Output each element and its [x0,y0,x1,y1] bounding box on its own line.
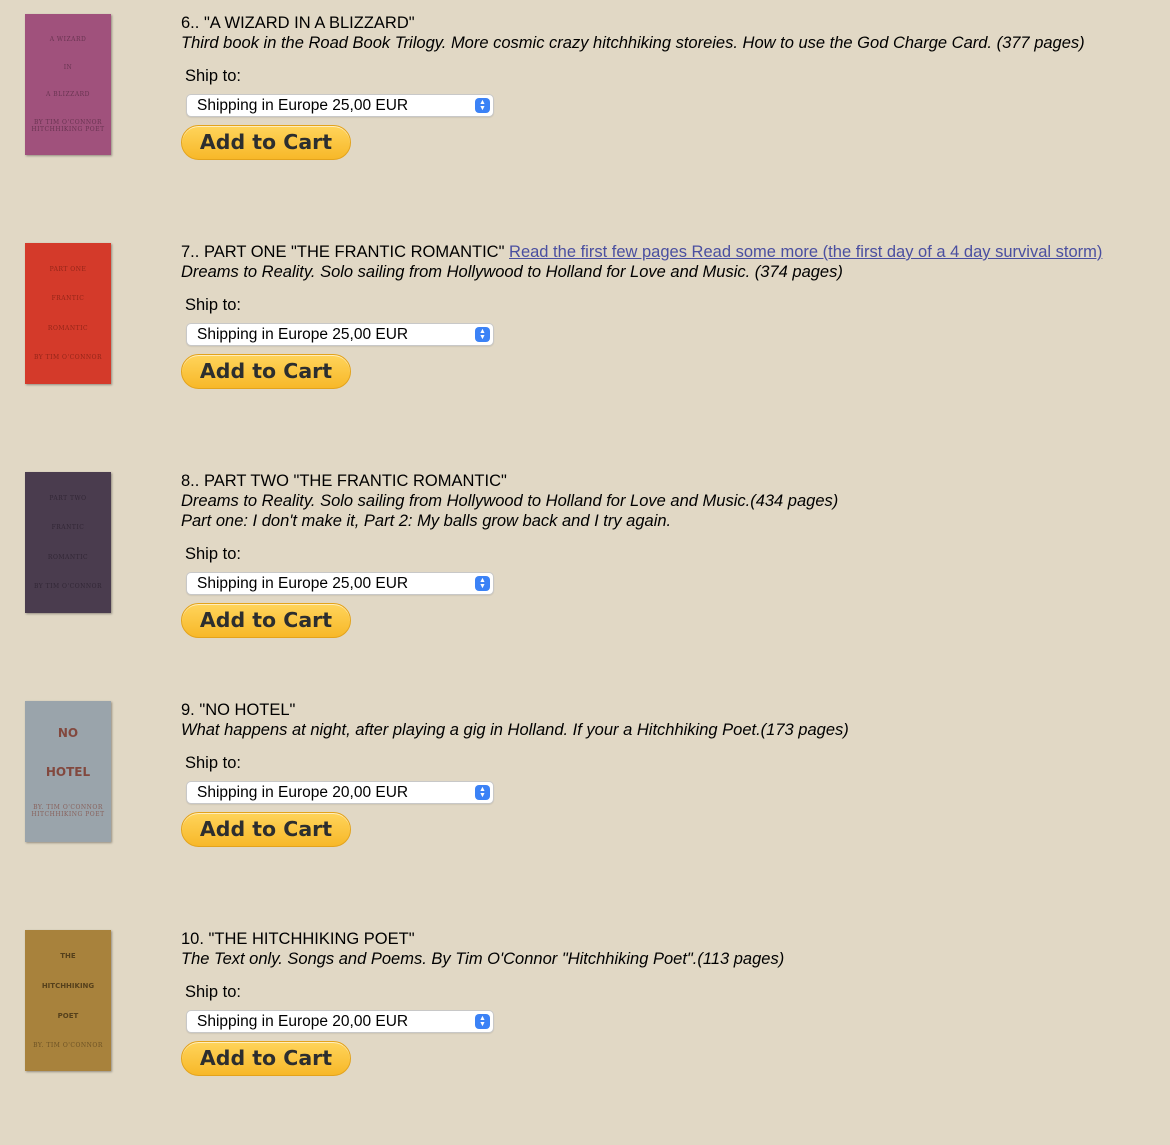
book-info: 9. "NO HOTEL" What happens at night, afte… [181,700,1156,847]
book-number: 6.. [181,14,200,32]
cover-text: A WIZARD [49,36,87,44]
book-title-text: PART ONE "THE FRANTIC ROMANTIC" [203,243,505,261]
book-info: 10. "THE HITCHHIKING POET" The Text only.… [181,929,1156,1076]
book-info: 7.. PART ONE "THE FRANTIC ROMANTIC" Read… [181,242,1156,389]
cover-text: THE [60,952,76,961]
add-to-cart-button[interactable]: Add to Cart [181,125,351,160]
chevron-up-down-icon: ▲ ▼ [475,327,490,342]
cover-text: BY TIM O'CONNOR [33,582,103,590]
book-cover-image[interactable]: PART TWO FRANTIC ROMANTIC BY TIM O'CONNOR [25,472,111,613]
cover-text: FRANTIC [51,295,85,303]
cover-text: BY TIM O'CONNOR HITCHHIKING POET [31,118,105,133]
cover-text: A BLIZZARD [45,91,90,99]
cover-text: ROMANTIC [47,324,89,332]
book-title-text: PART TWO "THE FRANTIC ROMANTIC" [203,472,507,490]
chevron-up-down-icon: ▲ ▼ [475,576,490,591]
read-first-pages-link[interactable]: Read the first few pages [509,243,692,261]
book-number: 8.. [181,472,200,490]
book-number: 10. [181,930,204,948]
book-cover-image[interactable]: NO HOTEL BY. TIM O'CONNOR HITCHHIKING POET [25,701,111,842]
ship-to-label: Ship to: [185,983,241,1001]
add-to-cart-button[interactable]: Add to Cart [181,603,351,638]
book-item: A WIZARD IN A BLIZZARD BY TIM O'CONNOR HITC… [0,0,1170,229]
book-number: 7.. [181,243,200,261]
shipping-selected-value: Shipping in Europe 20,00 EUR [197,1013,409,1030]
cover-text: BY TIM O'CONNOR [33,353,103,361]
book-item: THE HITCHHIKING POET BY. TIM O'CONNOR 10. "T… [0,916,1170,1145]
book-cover-image[interactable]: A WIZARD IN A BLIZZARD BY TIM O'CONNOR HITC… [25,14,111,155]
chevron-up-down-icon: ▲ ▼ [475,785,490,800]
book-description: What happens at night, after playing a g… [181,721,849,739]
book-description: Part one: I don't make it, Part 2: My ba… [181,512,672,530]
book-item: NO HOTEL BY. TIM O'CONNOR HITCHHIKING POET… [0,687,1170,916]
shipping-select[interactable]: Shipping in Europe 20,00 EUR ▲ ▼ [186,781,494,804]
book-description: The Text only. Songs and Poems. By Tim O… [181,950,785,968]
cover-text: BY. TIM O'CONNOR HITCHHIKING POET [31,803,105,818]
book-info: 6.. "A WIZARD IN A BLIZZARD" Third book i… [181,13,1156,160]
book-title: 10. "THE HITCHHIKING POET" [181,929,1156,949]
book-cover-image[interactable]: THE HITCHHIKING POET BY. TIM O'CONNOR [25,930,111,1071]
cover-text: ROMANTIC [47,553,89,561]
book-number: 9. [181,701,195,719]
ship-to-label: Ship to: [185,296,241,314]
ship-to-label: Ship to: [185,754,241,772]
book-title: 8.. PART TWO "THE FRANTIC ROMANTIC" [181,471,1156,491]
shipping-selected-value: Shipping in Europe 20,00 EUR [197,784,409,801]
book-description: Third book in the Road Book Trilogy. Mor… [181,34,1085,52]
shipping-select[interactable]: Shipping in Europe 25,00 EUR ▲ ▼ [186,323,494,346]
shipping-select[interactable]: Shipping in Europe 20,00 EUR ▲ ▼ [186,1010,494,1033]
cover-text: PART TWO [49,495,87,503]
shipping-selected-value: Shipping in Europe 25,00 EUR [197,326,409,343]
cover-text: IN [63,63,73,71]
cover-text: HITCHHIKING [41,982,95,991]
cover-text: FRANTIC [51,524,85,532]
book-item: PART TWO FRANTIC ROMANTIC BY TIM O'CONNOR 8.… [0,458,1170,687]
ship-to-label: Ship to: [185,545,241,563]
cover-text: POET [57,1011,79,1020]
ship-to-label: Ship to: [185,67,241,85]
cover-text: HOTEL [45,764,91,779]
book-title-text: "NO HOTEL" [199,701,296,719]
book-item: PART ONE FRANTIC ROMANTIC BY TIM O'CONNOR 7.… [0,229,1170,458]
shipping-select[interactable]: Shipping in Europe 25,00 EUR ▲ ▼ [186,94,494,117]
add-to-cart-button[interactable]: Add to Cart [181,812,351,847]
book-title-text: "A WIZARD IN A BLIZZARD" [203,14,415,32]
chevron-up-down-icon: ▲ ▼ [475,98,490,113]
book-title: 7.. PART ONE "THE FRANTIC ROMANTIC" Read… [181,242,1156,262]
cover-text: NO [57,725,79,740]
book-description: Dreams to Reality. Solo sailing from Hol… [181,263,843,281]
book-title: 9. "NO HOTEL" [181,700,1156,720]
add-to-cart-button[interactable]: Add to Cart [181,1041,351,1076]
book-description: Dreams to Reality. Solo sailing from Hol… [181,492,839,510]
cover-text: PART ONE [49,266,87,274]
add-to-cart-button[interactable]: Add to Cart [181,354,351,389]
read-more-link[interactable]: Read some more (the first day of a 4 day… [692,243,1103,261]
cover-text: BY. TIM O'CONNOR [33,1041,103,1049]
book-title-text: "THE HITCHHIKING POET" [208,930,415,948]
chevron-up-down-icon: ▲ ▼ [475,1014,490,1029]
book-info: 8.. PART TWO "THE FRANTIC ROMANTIC" Dream… [181,471,1156,638]
shipping-selected-value: Shipping in Europe 25,00 EUR [197,575,409,592]
book-title: 6.. "A WIZARD IN A BLIZZARD" [181,13,1156,33]
shipping-selected-value: Shipping in Europe 25,00 EUR [197,97,409,114]
shipping-select[interactable]: Shipping in Europe 25,00 EUR ▲ ▼ [186,572,494,595]
book-cover-image[interactable]: PART ONE FRANTIC ROMANTIC BY TIM O'CONNOR [25,243,111,384]
